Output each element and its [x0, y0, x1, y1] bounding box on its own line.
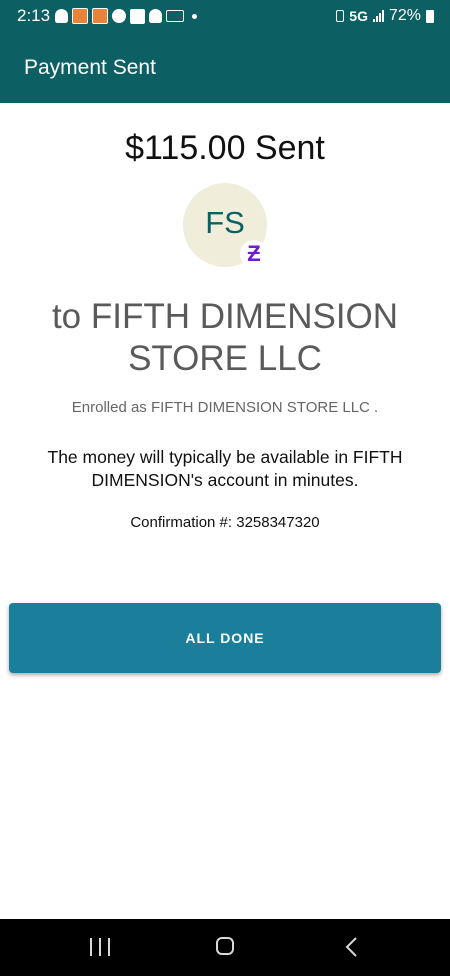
dot-icon: [192, 13, 197, 19]
all-done-button[interactable]: ALL DONE: [9, 603, 441, 673]
avatar-initials: FS: [205, 205, 245, 240]
status-right: 5G 72%: [336, 6, 434, 26]
status-time: 2:13: [17, 6, 51, 25]
facebook-icon: [112, 9, 126, 23]
lyft-icon: [166, 10, 184, 22]
notification-icons: [55, 6, 197, 26]
taco-bell-icon: [92, 8, 108, 24]
recipient-name: to FIFTH DIMENSION STORE LLC: [51, 297, 399, 378]
snapchat-icon: [149, 9, 162, 23]
enrolled-text: Enrolled as FIFTH DIMENSION STORE LLC .: [71, 399, 379, 416]
taco-bell-icon: [72, 8, 88, 24]
amount-sent: $115.00 Sent: [125, 129, 325, 167]
battery-saver-icon: [336, 10, 345, 22]
back-icon[interactable]: [344, 936, 360, 958]
c-icon: [130, 8, 145, 24]
signal-icon: [372, 10, 384, 22]
confirmation-number: Confirmation #: 3258347320: [130, 514, 320, 531]
battery-percent: 72%: [388, 7, 421, 24]
battery-icon: [426, 9, 434, 23]
navigation-bar: [0, 919, 450, 976]
snapchat-icon: [55, 9, 68, 23]
status-bar: 2:13 5G 72%: [0, 0, 450, 31]
availability-text: The money will typically be available in…: [47, 447, 403, 490]
app-header: Payment Sent: [0, 31, 450, 103]
zelle-icon: Ƶ: [240, 240, 268, 268]
home-icon[interactable]: [216, 937, 234, 955]
network-label: 5G: [349, 8, 368, 24]
recents-icon[interactable]: [90, 938, 110, 956]
page-title: Payment Sent: [24, 56, 156, 79]
